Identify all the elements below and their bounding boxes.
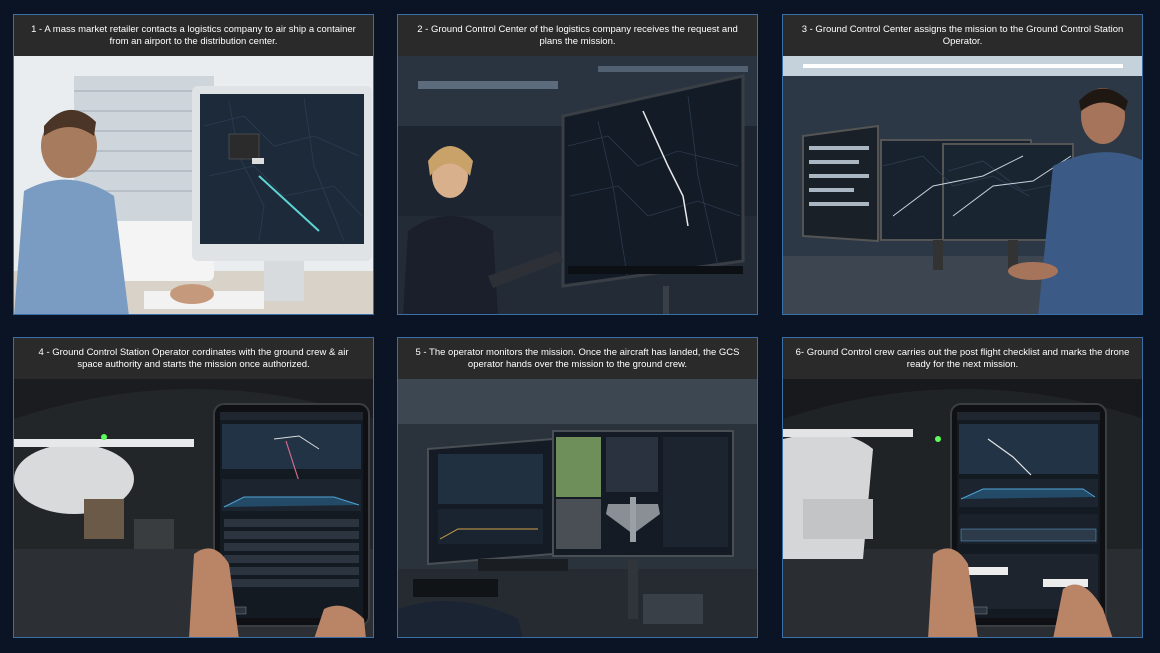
step-panel-2: 2 - Ground Control Center of the logisti… [397,14,758,315]
step-panel-5: 5 - The operator monitors the mission. O… [397,337,758,638]
step-caption-1: 1 - A mass market retailer contacts a lo… [14,15,373,56]
step-illustration-1 [14,56,373,314]
step-illustration-4 [14,379,373,637]
storyboard-grid: 1 - A mass market retailer contacts a lo… [0,0,1160,653]
step-illustration-2 [398,56,757,314]
step-panel-4: 4 - Ground Control Station Operator cord… [13,337,374,638]
step-illustration-6 [783,379,1142,637]
step-caption-6: 6- Ground Control crew carries out the p… [783,338,1142,379]
step-panel-3: 3 - Ground Control Center assigns the mi… [782,14,1143,315]
step-caption-4: 4 - Ground Control Station Operator cord… [14,338,373,379]
step-illustration-3 [783,56,1142,314]
step-caption-5: 5 - The operator monitors the mission. O… [398,338,757,379]
step-illustration-5 [398,379,757,637]
step-caption-3: 3 - Ground Control Center assigns the mi… [783,15,1142,56]
step-caption-2: 2 - Ground Control Center of the logisti… [398,15,757,56]
step-panel-6: 6- Ground Control crew carries out the p… [782,337,1143,638]
step-panel-1: 1 - A mass market retailer contacts a lo… [13,14,374,315]
monitor-map-screen [200,94,364,244]
